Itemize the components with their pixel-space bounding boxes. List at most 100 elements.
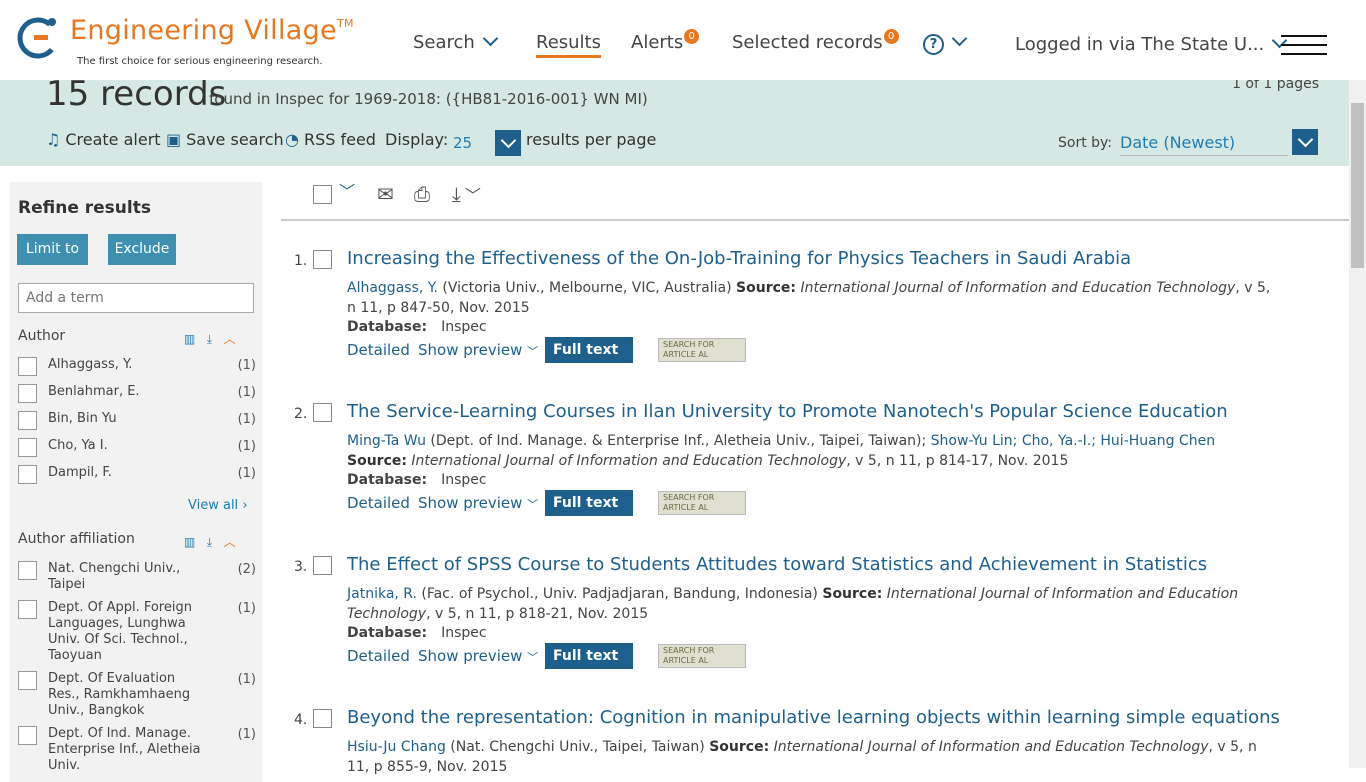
view-all-link[interactable]: View all › xyxy=(188,498,248,513)
show-preview-link[interactable]: Show preview ﹀ xyxy=(418,341,538,359)
checkbox[interactable] xyxy=(18,411,37,430)
nav-help[interactable]: ? xyxy=(923,30,968,55)
help-icon: ? xyxy=(923,34,944,55)
alerts-count-badge: 0 xyxy=(684,29,700,44)
full-text-button[interactable]: Full text ↗ xyxy=(545,490,633,537)
select-all-checkbox[interactable] xyxy=(313,185,332,204)
chart-icon[interactable]: ▥ xyxy=(184,332,195,346)
author-link[interactable]: Alhaggass, Y. xyxy=(347,280,438,296)
affiliation-facet-header[interactable]: Author affiliation xyxy=(18,531,135,547)
checkbox[interactable] xyxy=(18,357,37,376)
facet-tools[interactable]: ▥ ⤓ ︿ xyxy=(184,330,236,347)
brand-tagline: The first choice for serious engineering… xyxy=(77,56,323,67)
chevron-down-icon: ﹀ xyxy=(527,498,539,511)
sort-select[interactable]: Date (Newest) xyxy=(1120,133,1288,156)
checkbox[interactable] xyxy=(18,384,37,403)
nav-results[interactable]: Results xyxy=(536,32,601,58)
collapse-icon[interactable]: ︿ xyxy=(224,535,236,549)
show-preview-link[interactable]: Show preview ﹀ xyxy=(418,494,538,512)
checkbox[interactable] xyxy=(18,726,37,745)
per-page-label: results per page xyxy=(526,130,657,149)
create-alert-link[interactable]: ♫ Create alert xyxy=(46,130,161,149)
database-line: Database: Inspec xyxy=(347,625,487,641)
menu-icon[interactable] xyxy=(1281,35,1327,62)
engineering-village-logo[interactable] xyxy=(16,14,64,60)
chevron-down-icon: ﹀ xyxy=(527,651,539,664)
chart-icon[interactable]: ▥ xyxy=(184,535,195,549)
result-title-link[interactable]: Beyond the representation: Cognition in … xyxy=(347,707,1280,728)
result-meta: Alhaggass, Y. (Victoria Univ., Melbourne… xyxy=(347,280,1271,316)
database-line: Database: Inspec xyxy=(347,472,487,488)
refine-sidebar: Refine results Limit to Exclude Author ▥… xyxy=(10,182,262,782)
nav-alerts[interactable]: Alerts 0 xyxy=(631,29,700,53)
rss-icon: ◔ xyxy=(285,130,299,149)
external-link-icon: ↗ xyxy=(553,521,565,537)
result-meta: Jatnika, R. (Fac. of Psychol., Univ. Pad… xyxy=(347,586,1239,622)
select-dropdown-icon[interactable]: ﹀ xyxy=(339,178,355,202)
search-for-article-button[interactable]: SEARCH FOR ARTICLE AL xyxy=(658,644,746,668)
sort-label: Sort by: xyxy=(1058,135,1113,151)
nav-selected-records[interactable]: Selected records 0 xyxy=(732,29,899,53)
checkbox[interactable] xyxy=(18,600,37,619)
result-meta: Ming-Ta Wu (Dept. of Ind. Manage. & Ente… xyxy=(347,433,1216,469)
external-link-icon: ↗ xyxy=(553,368,565,384)
download-icon[interactable]: ⤓ xyxy=(207,332,212,346)
refine-title: Refine results xyxy=(18,198,151,218)
display-count-select[interactable]: 25 xyxy=(453,134,472,152)
facet-tools[interactable]: ▥ ⤓ ︿ xyxy=(184,533,236,550)
bell-icon: ♫ xyxy=(46,130,61,149)
full-text-button[interactable]: Full text ↗ xyxy=(545,643,633,690)
checkbox[interactable] xyxy=(18,561,37,580)
add-term-input[interactable] xyxy=(18,283,254,313)
scrollbar-thumb[interactable] xyxy=(1351,103,1364,268)
sort-dropdown-button[interactable] xyxy=(1292,129,1318,155)
chevron-down-icon xyxy=(951,30,968,47)
show-preview-link[interactable]: Show preview ﹀ xyxy=(418,647,538,665)
email-icon[interactable]: ✉ xyxy=(377,182,394,206)
nav-search[interactable]: Search xyxy=(413,30,499,53)
author-link[interactable]: Jatnika, R. xyxy=(347,586,417,602)
download-icon[interactable]: ⤓ ﹀ xyxy=(452,182,481,206)
result-checkbox[interactable] xyxy=(313,250,332,269)
result-title-link[interactable]: Increasing the Effectiveness of the On-J… xyxy=(347,248,1131,269)
records-count: 15 records xyxy=(46,74,227,114)
print-icon[interactable]: ⎙ xyxy=(414,182,430,206)
database-line: Database: Inspec xyxy=(347,319,487,335)
checkbox[interactable] xyxy=(18,671,37,690)
results-toolbar: ﹀ ✉ ⎙ ⤓ ﹀ xyxy=(281,180,1349,221)
result-title-link[interactable]: The Service-Learning Courses in Ilan Uni… xyxy=(347,401,1228,422)
save-search-link[interactable]: ▣ Save search xyxy=(166,130,284,149)
checkbox[interactable] xyxy=(18,438,37,457)
author-facet-header[interactable]: Author xyxy=(18,328,65,344)
save-icon: ▣ xyxy=(166,130,182,149)
result-meta: Hsiu-Ju Chang (Nat. Chengchi Univ., Taip… xyxy=(347,739,1257,775)
search-for-article-button[interactable]: SEARCH FOR ARTICLE AL xyxy=(658,491,746,515)
selected-count-badge: 0 xyxy=(883,29,899,44)
checkbox[interactable] xyxy=(18,465,37,484)
collapse-icon[interactable]: ︿ xyxy=(224,332,236,346)
result-checkbox[interactable] xyxy=(313,709,332,728)
download-icon[interactable]: ⤓ xyxy=(207,535,212,549)
detailed-link[interactable]: Detailed xyxy=(347,647,410,665)
result-title-link[interactable]: The Effect of SPSS Course to Students At… xyxy=(347,554,1207,575)
result-checkbox[interactable] xyxy=(313,403,332,422)
display-dropdown-button[interactable] xyxy=(495,130,521,156)
author-link[interactable]: Hsiu-Ju Chang xyxy=(347,739,446,755)
nav-login[interactable]: Logged in via The State U... xyxy=(1015,32,1288,55)
author-link[interactable]: Ming-Ta Wu xyxy=(347,433,426,449)
detailed-link[interactable]: Detailed xyxy=(347,494,410,512)
detailed-link[interactable]: Detailed xyxy=(347,341,410,359)
search-query-text: found in Inspec for 1969-2018: ({HB81-20… xyxy=(209,90,648,108)
top-header: Engineering VillageTM The first choice f… xyxy=(0,0,1366,80)
full-text-button[interactable]: Full text ↗ xyxy=(545,337,633,384)
exclude-button[interactable]: Exclude xyxy=(108,234,176,265)
display-label: Display: xyxy=(385,130,449,149)
result-checkbox[interactable] xyxy=(313,556,332,575)
limit-to-button[interactable]: Limit to xyxy=(17,234,88,265)
search-for-article-button[interactable]: SEARCH FOR ARTICLE AL xyxy=(658,338,746,362)
brand-name[interactable]: Engineering VillageTM xyxy=(70,15,354,46)
rss-feed-link[interactable]: ◔ RSS feed xyxy=(285,130,376,149)
chevron-down-icon: ﹀ xyxy=(527,345,539,358)
author-link[interactable]: Show-Yu Lin; Cho, Ya.-I.; Hui-Huang Chen xyxy=(931,433,1215,449)
results-summary-bar: 15 records found in Inspec for 1969-2018… xyxy=(0,74,1349,166)
